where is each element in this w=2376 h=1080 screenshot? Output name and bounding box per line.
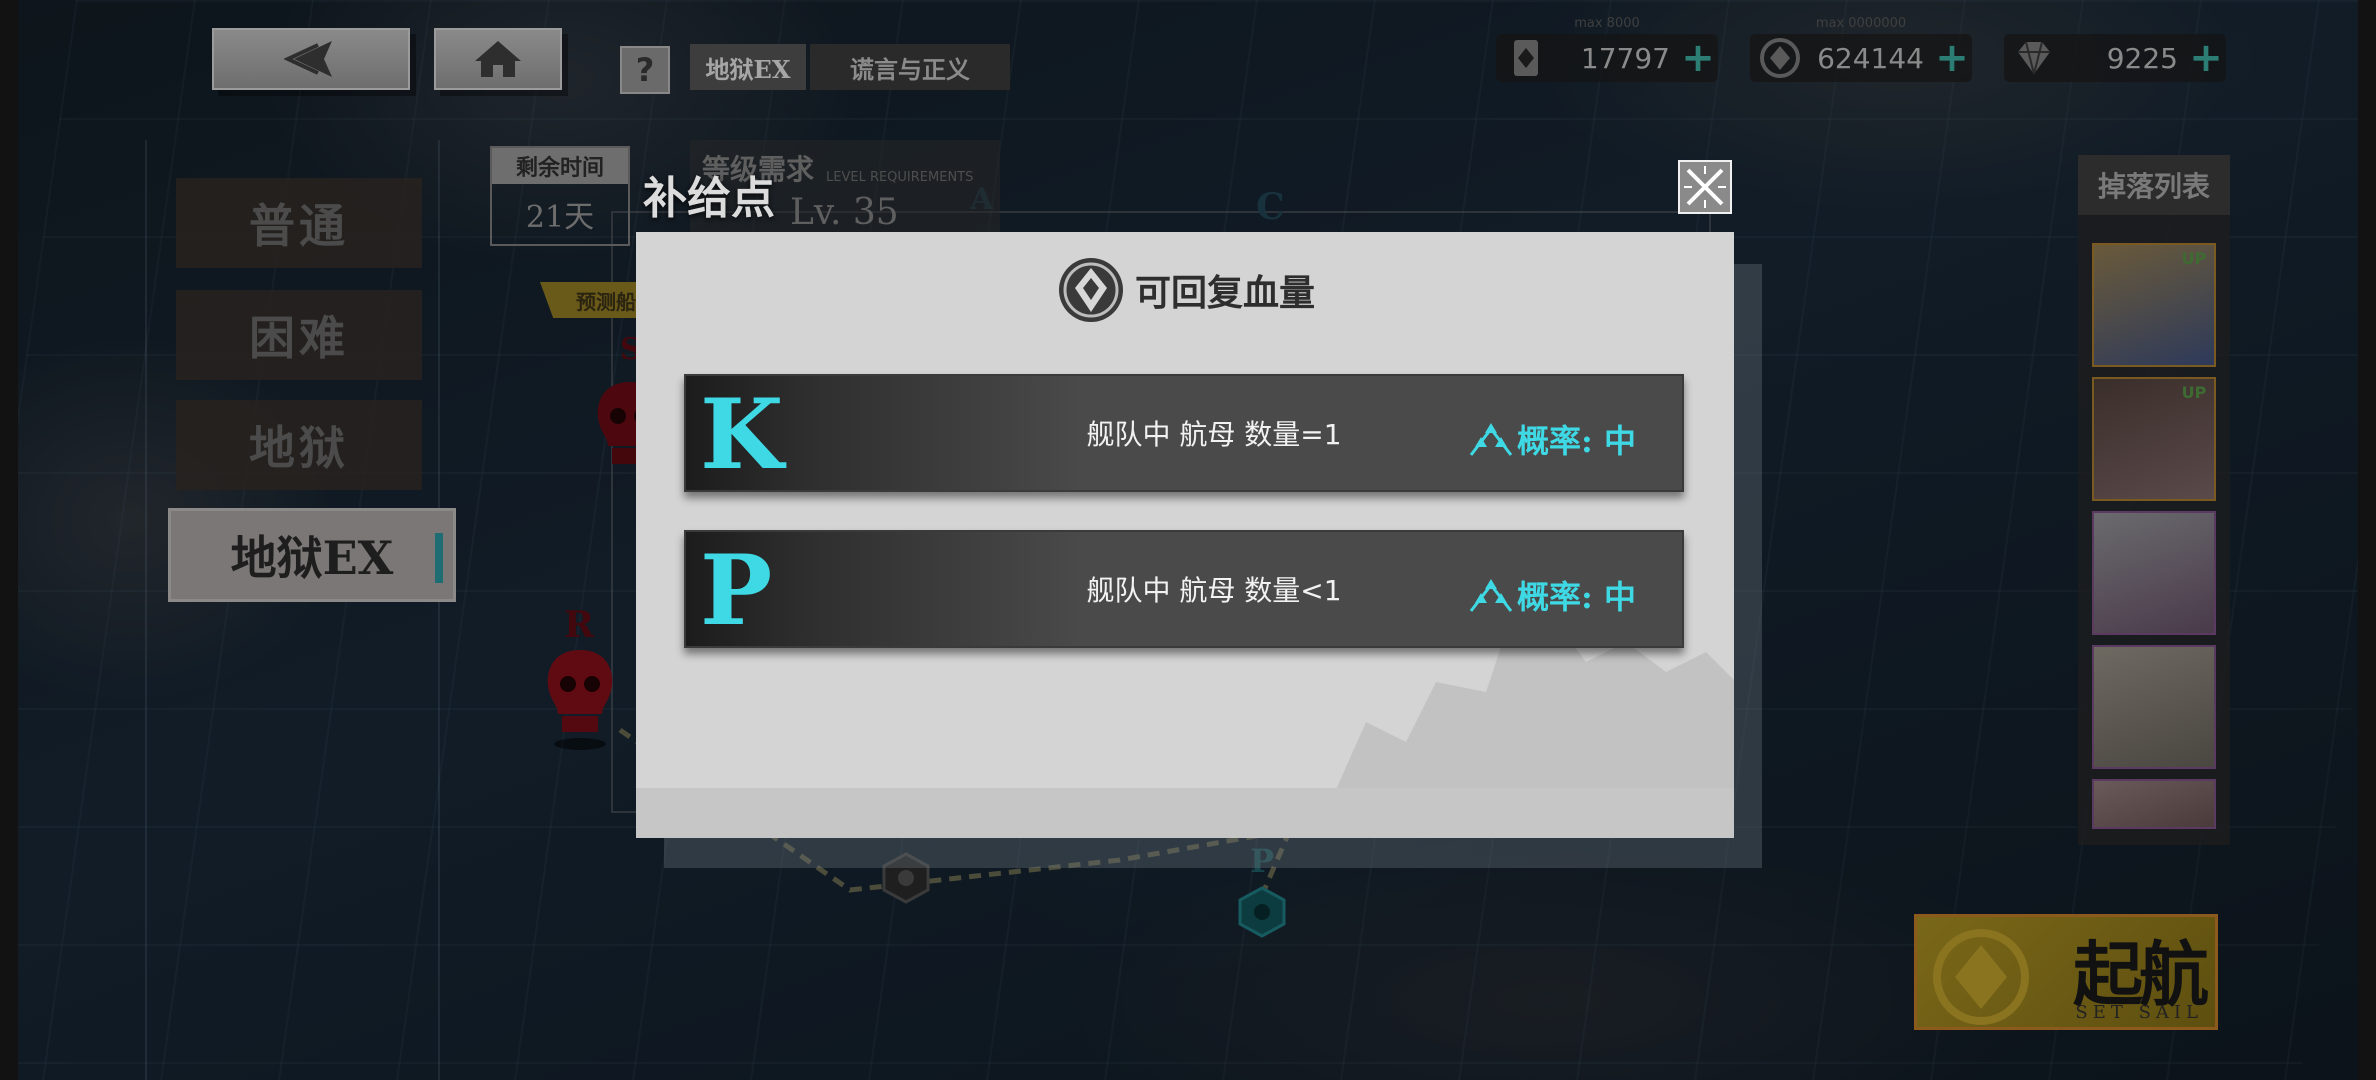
probability-triangle-icon bbox=[1469, 423, 1513, 456]
level-requirement-value: Lv. 35 bbox=[790, 192, 899, 233]
coin-icon bbox=[1760, 38, 1800, 78]
oil-resource: max 8000 17797 + bbox=[1496, 16, 1718, 82]
oil-value: 17797 bbox=[1580, 41, 1670, 75]
coin-cap-label: max 0000000 bbox=[1815, 16, 1907, 31]
level-requirement-en: LEVEL REQUIREMENTS bbox=[826, 170, 974, 185]
close-button[interactable] bbox=[1678, 160, 1732, 214]
selected-indicator bbox=[435, 533, 443, 583]
dialog-footer bbox=[636, 788, 1734, 838]
up-badge: UP bbox=[2181, 249, 2207, 268]
breadcrumb-difficulty: 地狱EX bbox=[690, 44, 806, 90]
condition-row-p: P 舰队中 航母 数量<1 概率: 中 bbox=[684, 530, 1684, 648]
drop-item-portrait[interactable]: UP bbox=[2092, 243, 2216, 367]
drop-list-panel: 掉落列表 UP UP bbox=[2078, 155, 2230, 845]
forecast-tag: 预测船 bbox=[540, 282, 650, 318]
difficulty-hell-button[interactable]: 地狱 bbox=[176, 400, 422, 490]
gem-resource: 9225 + bbox=[2004, 34, 2226, 82]
dialog-title: 补给点 bbox=[643, 173, 775, 224]
probability-text: 概率: 中 bbox=[1517, 578, 1636, 616]
probability-indicator: 概率: 中 bbox=[1469, 416, 1636, 462]
home-button[interactable] bbox=[434, 28, 562, 90]
set-sail-button[interactable]: 起航 SET SAIL bbox=[1914, 914, 2218, 1030]
difficulty-normal-button[interactable]: 普通 bbox=[176, 178, 422, 268]
remaining-time-label: 剩余时间 bbox=[492, 148, 628, 184]
probability-indicator: 概率: 中 bbox=[1469, 572, 1636, 618]
drop-item-portrait[interactable] bbox=[2092, 779, 2216, 829]
remaining-time-box: 剩余时间 21天 bbox=[490, 146, 630, 246]
set-sail-label-en: SET SAIL bbox=[2075, 1002, 2203, 1023]
coin-value: 624144 bbox=[1817, 41, 1924, 75]
gem-add-button[interactable]: + bbox=[2186, 38, 2226, 78]
drop-list-title: 掉落列表 bbox=[2078, 155, 2230, 215]
home-icon bbox=[475, 41, 521, 77]
left-edge bbox=[0, 0, 18, 1080]
oil-cap-label: max 8000 bbox=[1574, 16, 1640, 31]
condition-row-k: K 舰队中 航母 数量=1 概率: 中 bbox=[684, 374, 1684, 492]
coin-add-button[interactable]: + bbox=[1932, 38, 1972, 78]
remaining-time-value: 21天 bbox=[525, 200, 595, 235]
difficulty-panel bbox=[145, 140, 440, 1080]
close-icon bbox=[1684, 166, 1726, 208]
drop-item-portrait[interactable] bbox=[2092, 511, 2216, 635]
back-button[interactable] bbox=[212, 28, 410, 90]
gem-icon bbox=[2018, 41, 2050, 75]
heal-heading: 可回复血量 bbox=[636, 250, 1734, 330]
supply-point-dialog: 可回复血量 K 舰队中 航母 数量=1 概率: 中 P 舰队中 航母 数量<1 … bbox=[636, 232, 1734, 838]
help-button[interactable]: ? bbox=[620, 46, 670, 94]
breadcrumb-stage: 谎言与正义 bbox=[810, 44, 1010, 90]
right-edge bbox=[2358, 0, 2376, 1080]
heal-heading-text: 可回复血量 bbox=[1134, 272, 1315, 314]
gem-value: 9225 bbox=[2106, 41, 2178, 75]
heal-icon bbox=[1058, 258, 1123, 322]
probability-triangle-icon bbox=[1469, 579, 1513, 612]
difficulty-hard-button[interactable]: 困难 bbox=[176, 290, 422, 380]
difficulty-hell-ex-label: 地狱EX bbox=[230, 531, 394, 585]
coin-resource: max 0000000 624144 + bbox=[1750, 16, 1972, 82]
back-arrow-icon bbox=[284, 41, 332, 77]
sail-emblem-icon bbox=[1933, 929, 2029, 1025]
oil-add-button[interactable]: + bbox=[1678, 38, 1718, 78]
drop-item-portrait[interactable]: UP bbox=[2092, 377, 2216, 501]
up-badge: UP bbox=[2181, 383, 2207, 402]
drop-item-portrait[interactable] bbox=[2092, 645, 2216, 769]
difficulty-hell-ex-button[interactable]: 地狱EX bbox=[168, 508, 456, 602]
oil-icon bbox=[1514, 40, 1538, 76]
probability-text: 概率: 中 bbox=[1517, 422, 1636, 460]
